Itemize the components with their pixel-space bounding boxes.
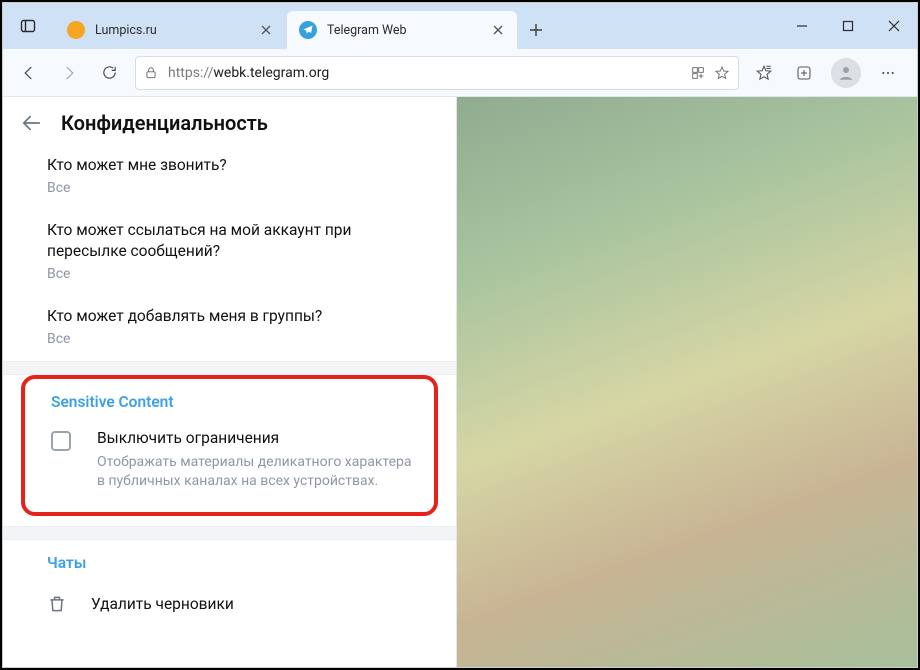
settings-panel: Конфиденциальность Кто может мне звонить… (3, 97, 457, 667)
favorite-star-icon[interactable] (714, 65, 730, 81)
setting-calls[interactable]: Кто может мне звонить? Все (3, 145, 456, 210)
disable-restrictions-row[interactable]: Выключить ограничения Отображать материа… (25, 419, 434, 510)
extensions-icon[interactable] (690, 65, 706, 81)
tab-telegram[interactable]: Telegram Web (287, 11, 517, 49)
minimize-button[interactable] (779, 3, 825, 49)
tab-actions-button[interactable] (9, 3, 47, 49)
toolbar: https://webk.telegram.org (3, 49, 917, 97)
setting-label: Кто может мне звонить? (47, 155, 434, 176)
close-tab-button[interactable] (257, 21, 275, 39)
refresh-button[interactable] (89, 53, 129, 93)
delete-drafts-row[interactable]: Удалить черновики (3, 580, 456, 628)
favicon-telegram (299, 21, 317, 39)
profile-avatar[interactable] (831, 58, 861, 88)
close-tab-button[interactable] (489, 21, 507, 39)
tab-title: Telegram Web (327, 23, 489, 38)
menu-button[interactable] (869, 54, 907, 92)
maximize-button[interactable] (825, 3, 871, 49)
checkbox-label: Выключить ограничения (97, 429, 412, 447)
tab-lumpics[interactable]: Lumpics.ru (55, 11, 285, 49)
sensitive-content-header: Sensitive Content (25, 379, 434, 419)
close-window-button[interactable] (871, 3, 917, 49)
favicon-lumpics (67, 21, 85, 39)
url-text: https://webk.telegram.org (168, 65, 329, 81)
setting-forwarding[interactable]: Кто может ссылаться на мой аккаунт при п… (3, 210, 456, 296)
setting-value: Все (47, 180, 434, 196)
forward-button[interactable] (49, 53, 89, 93)
chat-background (457, 97, 917, 667)
lock-icon (144, 66, 158, 80)
tab-title: Lumpics.ru (95, 23, 257, 38)
setting-label: Кто может добавлять меня в группы? (47, 306, 434, 327)
setting-value: Все (47, 266, 434, 282)
setting-groups[interactable]: Кто может добавлять меня в группы? Все (3, 296, 456, 361)
collections-button[interactable] (785, 54, 823, 92)
page-title: Конфиденциальность (61, 111, 268, 135)
favorites-button[interactable] (745, 54, 783, 92)
setting-label: Кто может ссылаться на мой аккаунт при п… (47, 220, 434, 262)
browser-window: Lumpics.ru Telegram Web (2, 2, 918, 668)
checkbox-description: Отображать материалы деликатного характе… (97, 453, 412, 492)
disable-restrictions-checkbox[interactable] (51, 431, 71, 451)
address-bar[interactable]: https://webk.telegram.org (135, 56, 739, 90)
section-divider (3, 526, 456, 540)
setting-value: Все (47, 331, 434, 347)
new-tab-button[interactable] (519, 11, 553, 49)
back-button[interactable] (9, 53, 49, 93)
sensitive-content-highlight: Sensitive Content Выключить ограничения … (21, 375, 438, 516)
titlebar: Lumpics.ru Telegram Web (3, 3, 917, 49)
section-divider (3, 361, 456, 375)
panel-back-button[interactable] (21, 112, 43, 134)
content-area: Конфиденциальность Кто может мне звонить… (3, 97, 917, 667)
chats-header: Чаты (3, 540, 456, 580)
delete-drafts-label: Удалить черновики (91, 595, 234, 613)
trash-icon (47, 594, 67, 614)
tab-strip: Lumpics.ru Telegram Web (47, 3, 779, 49)
